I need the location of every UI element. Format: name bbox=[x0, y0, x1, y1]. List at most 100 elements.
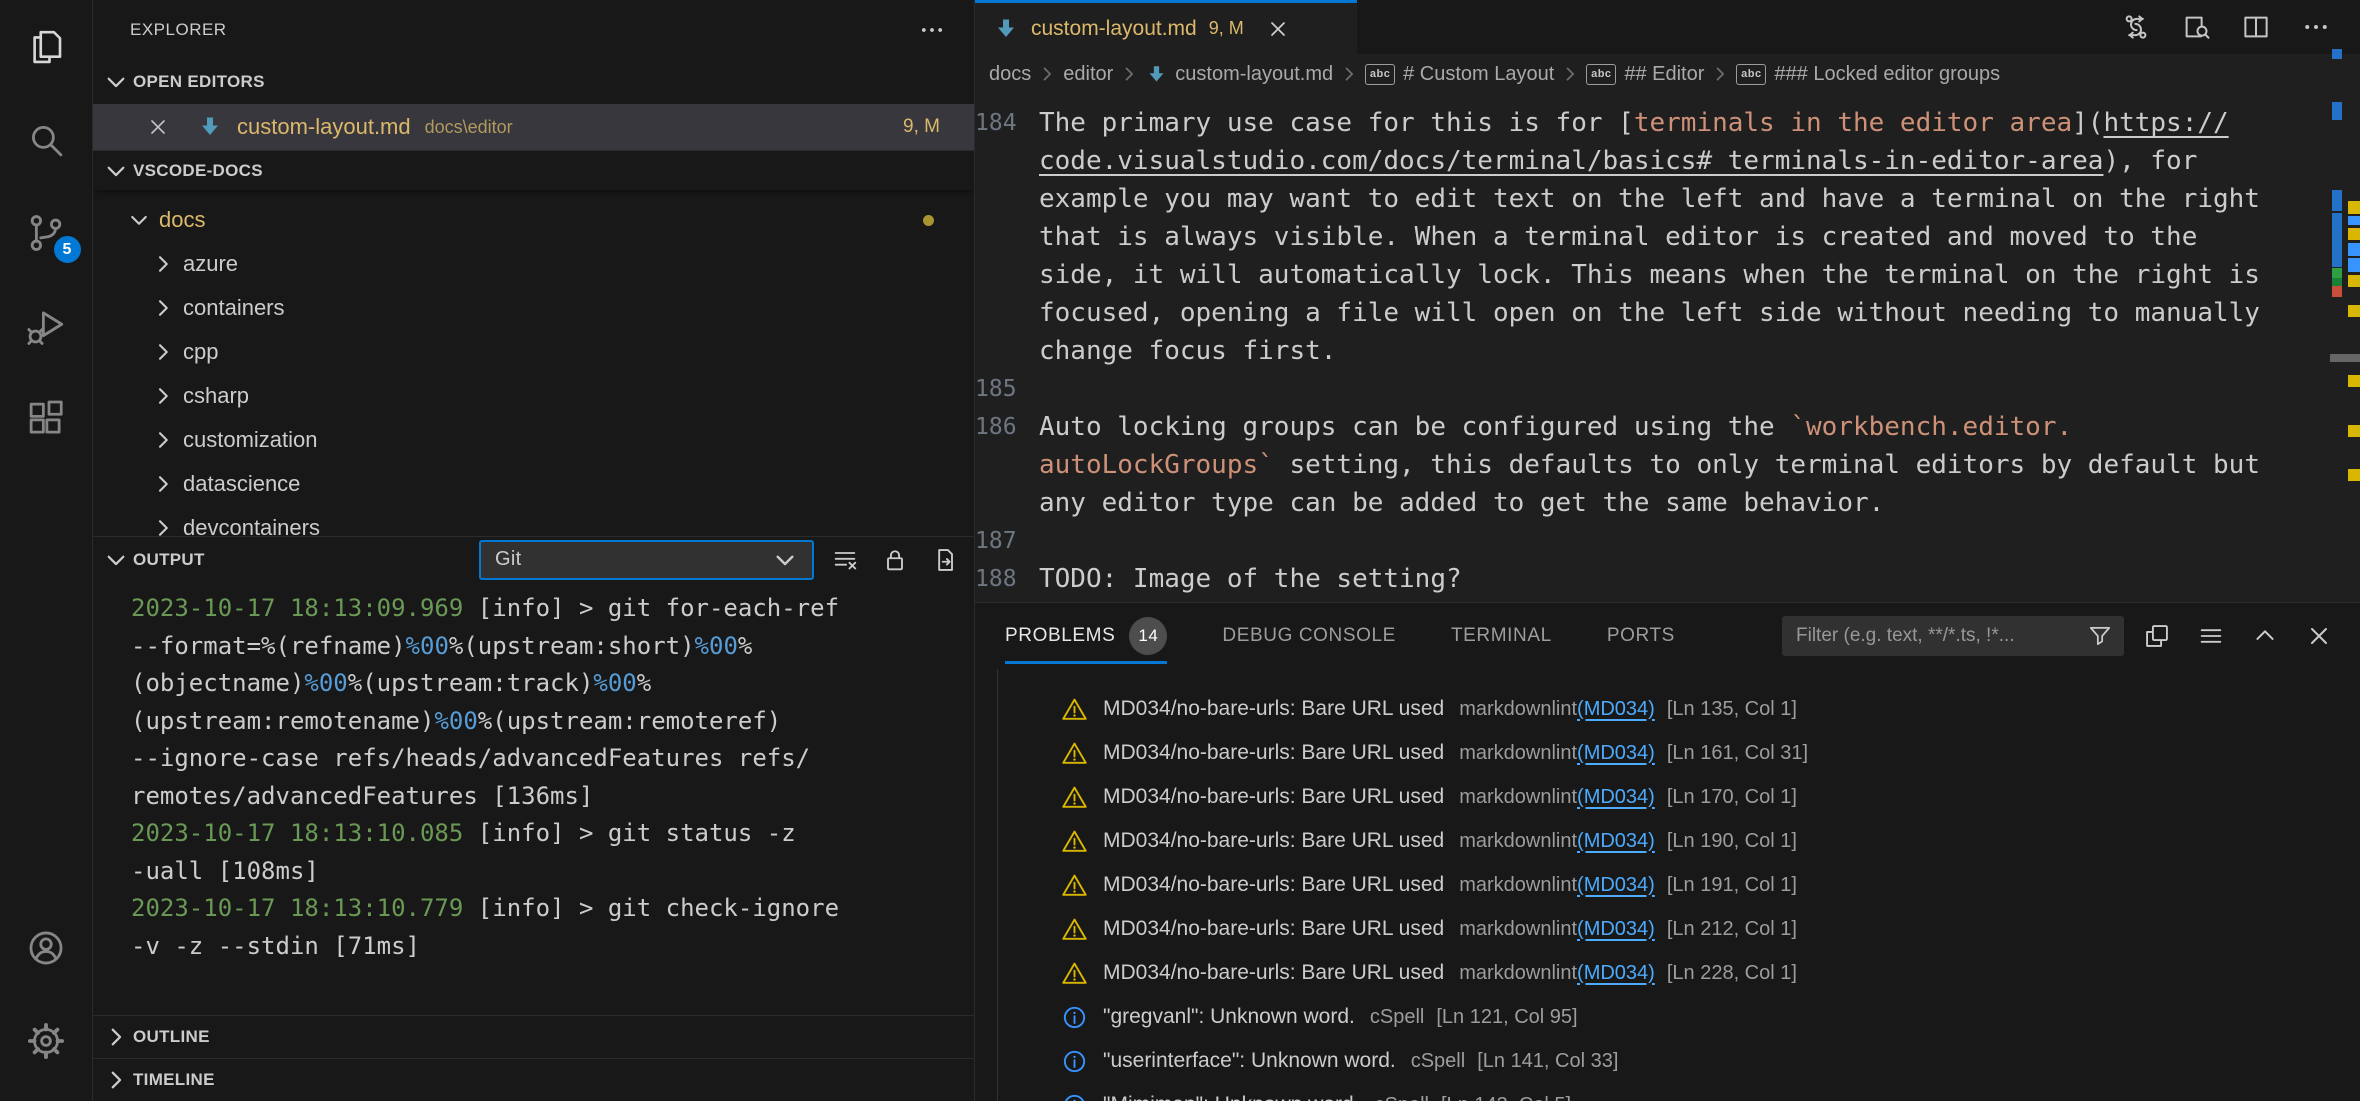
sidebar-tree-item-cpp[interactable]: cpp bbox=[93, 330, 974, 374]
open-changes-icon[interactable] bbox=[2120, 11, 2152, 43]
panel-tab-debug-console[interactable]: DEBUG CONSOLE bbox=[1222, 603, 1396, 669]
problem-source-link[interactable]: (MD034) bbox=[1577, 874, 1655, 897]
problem-row[interactable]: MD034/no-bare-urls: Bare URL usedmarkdow… bbox=[975, 819, 2360, 863]
close-panel-icon[interactable] bbox=[2304, 621, 2334, 651]
warning-icon bbox=[1060, 695, 1088, 723]
source-control-icon[interactable]: 5 bbox=[0, 186, 93, 279]
settings-gear-icon[interactable] bbox=[0, 994, 93, 1087]
problem-source: markdownlint bbox=[1459, 742, 1577, 765]
breadcrumb-item[interactable]: docs bbox=[989, 63, 1031, 86]
extensions-icon[interactable] bbox=[0, 372, 93, 465]
panel-menu-icon[interactable] bbox=[2196, 621, 2226, 651]
workspace-header[interactable]: VSCODE-DOCS bbox=[93, 150, 974, 190]
line-number: 187 bbox=[975, 522, 1039, 560]
open-editor-item[interactable]: custom-layout.md docs\editor 9, M bbox=[93, 104, 974, 150]
panel-actions bbox=[2142, 621, 2334, 651]
breadcrumb-label: ### Locked editor groups bbox=[1774, 63, 2000, 86]
editor-line: change focus first. bbox=[975, 332, 2360, 370]
symbol-string-icon: abc bbox=[1736, 64, 1766, 85]
sidebar-tree-item-customization[interactable]: customization bbox=[93, 418, 974, 462]
problem-row[interactable]: "Mimimap": Unknown word.cSpell[Ln 143, C… bbox=[975, 1083, 2360, 1101]
problem-source-link[interactable]: (MD034) bbox=[1577, 698, 1655, 721]
panel-tab-label: DEBUG CONSOLE bbox=[1222, 625, 1396, 647]
tab-custom-layout[interactable]: custom-layout.md 9, M bbox=[975, 0, 1357, 54]
line-text: that is always visible. When a terminal … bbox=[1039, 218, 2197, 256]
code-segment: code.visualstudio.com/docs/terminal/basi… bbox=[1039, 146, 2103, 176]
log-segment: % bbox=[738, 632, 752, 660]
more-actions-icon[interactable] bbox=[2300, 11, 2332, 43]
output-channel-select[interactable]: Git bbox=[479, 540, 814, 580]
chevron-right-icon bbox=[151, 340, 175, 364]
panel-tab-problems[interactable]: PROBLEMS14 bbox=[1005, 603, 1167, 669]
problem-source-link[interactable]: (MD034) bbox=[1577, 962, 1655, 985]
problem-row[interactable]: "userinterface": Unknown word.cSpell[Ln … bbox=[975, 1039, 2360, 1083]
line-number: 186 bbox=[975, 408, 1039, 446]
open-log-file-icon[interactable] bbox=[930, 545, 960, 575]
outline-header[interactable]: OUTLINE bbox=[93, 1015, 974, 1058]
problem-row[interactable]: MD034/no-bare-urls: Bare URL usedmarkdow… bbox=[975, 731, 2360, 775]
problem-row[interactable]: MD034/no-bare-urls: Bare URL usedmarkdow… bbox=[975, 775, 2360, 819]
timeline-header[interactable]: TIMELINE bbox=[93, 1058, 974, 1101]
sidebar-explorer: EXPLORER OPEN EDITORS custom-layout.md d… bbox=[93, 0, 975, 1101]
open-preview-icon[interactable] bbox=[2180, 11, 2212, 43]
filter-icon[interactable] bbox=[2086, 622, 2114, 650]
code-segment: Auto locking groups can be configured us… bbox=[1039, 412, 1790, 442]
tab-close-icon[interactable] bbox=[1266, 17, 1290, 41]
split-editor-icon[interactable] bbox=[2240, 11, 2272, 43]
breadcrumb-item[interactable]: custom-layout.md bbox=[1145, 63, 1333, 86]
chevron-down-icon bbox=[103, 547, 129, 573]
symbol-string-icon: abc bbox=[1365, 64, 1395, 85]
explorer-icon[interactable] bbox=[0, 0, 93, 93]
problem-message: MD034/no-bare-urls: Bare URL used bbox=[1103, 829, 1444, 853]
sidebar-tree-item-azure[interactable]: azure bbox=[93, 242, 974, 286]
sidebar-tree-item-docs[interactable]: docs bbox=[93, 198, 974, 242]
search-icon[interactable] bbox=[0, 93, 93, 186]
problem-source: markdownlint bbox=[1459, 962, 1577, 985]
open-in-editor-icon[interactable] bbox=[2142, 621, 2172, 651]
line-number: 184 bbox=[975, 104, 1039, 142]
scrollbar-thumb bbox=[2330, 354, 2360, 362]
log-segment: %00 bbox=[695, 632, 738, 660]
tree-item-label: datascience bbox=[183, 471, 300, 497]
sidebar-tree-item-containers[interactable]: containers bbox=[93, 286, 974, 330]
code-segment: focused, opening a file will open on the… bbox=[1039, 298, 2260, 328]
chevron-down-icon bbox=[103, 158, 129, 184]
problem-row[interactable]: MD034/no-bare-urls: Bare URL usedmarkdow… bbox=[975, 951, 2360, 995]
more-actions-icon[interactable] bbox=[918, 16, 946, 44]
close-icon[interactable] bbox=[145, 114, 171, 140]
problem-source-link[interactable]: (MD034) bbox=[1577, 742, 1655, 765]
account-icon[interactable] bbox=[0, 901, 93, 994]
breadcrumb-item[interactable]: abc# Custom Layout bbox=[1365, 63, 1554, 86]
panel-tab-ports[interactable]: PORTS bbox=[1607, 603, 1675, 669]
problem-message: MD034/no-bare-urls: Bare URL used bbox=[1103, 697, 1444, 721]
problem-source-link[interactable]: (MD034) bbox=[1577, 786, 1655, 809]
sidebar-tree-item-datascience[interactable]: datascience bbox=[93, 462, 974, 506]
breadcrumb-item[interactable]: abc## Editor bbox=[1586, 63, 1704, 86]
log-segment: remotes/advancedFeatures [136ms] bbox=[131, 782, 593, 810]
problem-source-link[interactable]: (MD034) bbox=[1577, 830, 1655, 853]
clear-output-icon[interactable] bbox=[830, 545, 860, 575]
output-log-line: -uall [108ms] bbox=[131, 853, 964, 891]
problems-filter-input[interactable] bbox=[1796, 625, 2086, 647]
tree-item-label: containers bbox=[183, 295, 285, 321]
chevron-right-icon bbox=[103, 1067, 129, 1093]
breadcrumb-label: editor bbox=[1063, 63, 1113, 86]
maximize-panel-icon[interactable] bbox=[2250, 621, 2280, 651]
lock-icon[interactable] bbox=[880, 545, 910, 575]
problem-row[interactable]: MD034/no-bare-urls: Bare URL usedmarkdow… bbox=[975, 863, 2360, 907]
editor-content[interactable]: 184The primary use case for this is for … bbox=[975, 94, 2360, 602]
problem-row[interactable]: MD034/no-bare-urls: Bare URL usedmarkdow… bbox=[975, 907, 2360, 951]
panel-tab-terminal[interactable]: TERMINAL bbox=[1451, 603, 1552, 669]
run-debug-icon[interactable] bbox=[0, 279, 93, 372]
breadcrumb-item[interactable]: abc ### Locked editor groups bbox=[1736, 63, 2000, 86]
output-actions bbox=[814, 545, 974, 575]
editor-line: autoLockGroups` setting, this defaults t… bbox=[975, 446, 2360, 484]
problem-row[interactable]: "gregvanl": Unknown word.cSpell[Ln 121, … bbox=[975, 995, 2360, 1039]
problem-row[interactable]: MD034/no-bare-urls: Bare URL usedmarkdow… bbox=[975, 687, 2360, 731]
breadcrumb-item[interactable]: editor bbox=[1063, 63, 1113, 86]
problem-source-link[interactable]: (MD034) bbox=[1577, 918, 1655, 941]
output-header[interactable]: OUTPUT Git bbox=[93, 536, 974, 582]
sidebar-tree-item-devcontainers[interactable]: devcontainers bbox=[93, 506, 974, 536]
sidebar-tree-item-csharp[interactable]: csharp bbox=[93, 374, 974, 418]
open-editors-header[interactable]: OPEN EDITORS bbox=[93, 60, 974, 104]
